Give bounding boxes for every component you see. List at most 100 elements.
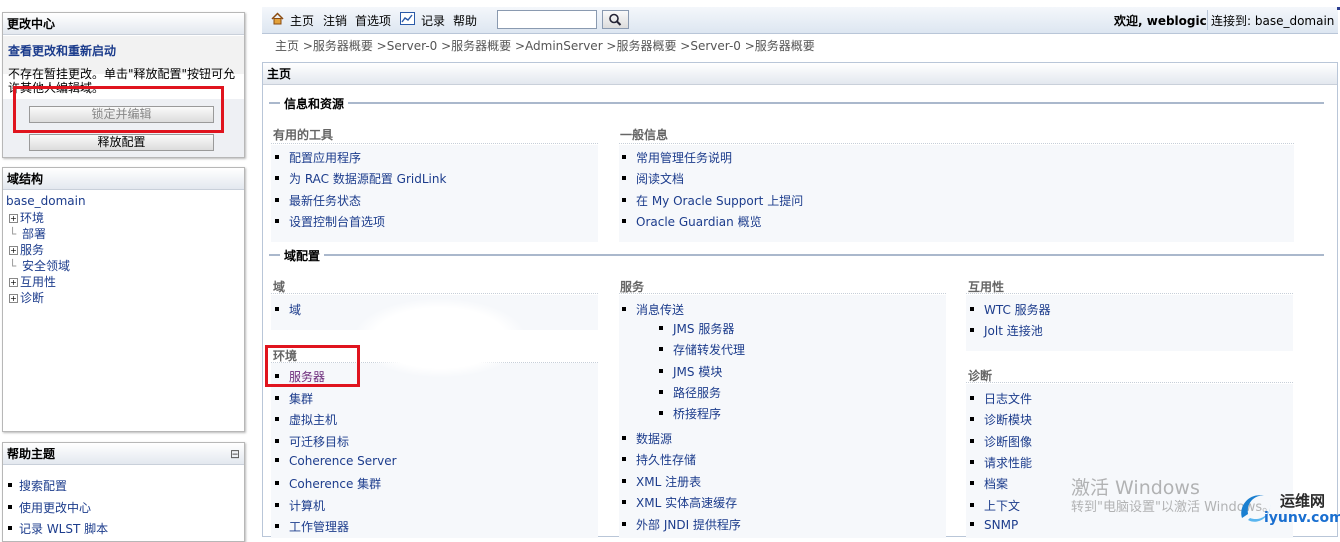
messaging-sub-item[interactable]: 存储转发代理 xyxy=(659,341,745,358)
bullet-icon xyxy=(970,396,974,400)
useful-tool-item[interactable]: 配置应用程序 xyxy=(275,149,361,166)
general-info-item[interactable]: 常用管理任务说明 xyxy=(622,149,732,166)
collapse-icon[interactable]: ⊟ xyxy=(230,443,240,465)
env-item[interactable]: 工作管理器 xyxy=(275,518,349,535)
messaging-sub-item[interactable]: JMS 模块 xyxy=(659,363,722,380)
diag-item[interactable]: SNMP xyxy=(970,518,1018,532)
env-item[interactable]: 集群 xyxy=(275,390,313,407)
expand-icon[interactable]: + xyxy=(9,294,18,303)
interop-group-divider xyxy=(966,293,1293,294)
view-changes-restart-link[interactable]: 查看更改和重新启动 xyxy=(8,42,116,59)
tree-node-deployments[interactable]: └ 部署 xyxy=(9,225,46,242)
search-button[interactable] xyxy=(602,10,629,29)
record-icon[interactable] xyxy=(400,12,415,25)
useful-tool-item[interactable]: 最新任务状态 xyxy=(275,192,361,209)
bullet-icon xyxy=(275,524,279,528)
help-item-wlst[interactable]: 记录 WLST 脚本 xyxy=(8,520,108,537)
services-item[interactable]: 外部 JNDI 提供程序 xyxy=(622,516,741,533)
tree-node-services[interactable]: + 服务 xyxy=(9,241,44,258)
domain-group-divider xyxy=(271,293,598,294)
help-item-change-center[interactable]: 使用更改中心 xyxy=(8,499,91,516)
bullet-icon xyxy=(275,481,279,485)
bullet-icon xyxy=(8,505,12,509)
env-item[interactable]: 可迁移目标 xyxy=(275,433,349,450)
breadcrumb[interactable]: 主页 >服务器概要 >Server-0 >服务器概要 >AdminServer … xyxy=(275,37,815,54)
bullet-icon xyxy=(275,219,279,223)
top-toolbar: 主页 注销 首选项 记录 帮助 欢迎, weblogic 连接到: base_d… xyxy=(262,7,1338,34)
help-topics-title: 帮助主题 ⊟ xyxy=(3,443,244,465)
search-input[interactable] xyxy=(497,10,597,29)
domain-item[interactable]: 域 xyxy=(275,301,301,318)
tree-node-environment[interactable]: + 环境 xyxy=(9,209,44,226)
bullet-icon xyxy=(8,483,12,487)
bullet-icon xyxy=(275,176,279,180)
bullet-icon xyxy=(275,307,279,311)
env-item[interactable]: 计算机 xyxy=(275,497,325,514)
bullet-icon xyxy=(275,439,279,443)
domain-structure-title: 域结构 xyxy=(3,168,244,190)
env-item[interactable]: 虚拟主机 xyxy=(275,411,337,428)
bullet-icon xyxy=(659,369,663,373)
bullet-icon xyxy=(659,347,663,351)
bullet-icon xyxy=(970,481,974,485)
bullet-icon xyxy=(970,307,974,311)
tree-node-diagnostics[interactable]: + 诊断 xyxy=(9,289,44,306)
useful-tool-item[interactable]: 设置控制台首选项 xyxy=(275,213,385,230)
home-icon[interactable] xyxy=(271,12,284,25)
bullet-icon xyxy=(275,503,279,507)
diag-item[interactable]: 上下文 xyxy=(970,497,1020,514)
general-info-item[interactable]: 在 My Oracle Support 上提问 xyxy=(622,192,803,209)
services-item[interactable]: 数据源 xyxy=(622,430,672,447)
interop-item[interactable]: WTC 服务器 xyxy=(970,301,1051,318)
env-item[interactable]: Coherence 集群 xyxy=(275,475,381,492)
messaging-sub-item[interactable]: JMS 服务器 xyxy=(659,320,734,337)
useful-tool-item[interactable]: 为 RAC 数据源配置 GridLink xyxy=(275,170,446,187)
release-config-button[interactable]: 释放配置 xyxy=(29,134,214,151)
bullet-icon xyxy=(275,458,279,462)
services-item-messaging[interactable]: 消息传送 xyxy=(622,301,684,318)
bullet-icon xyxy=(622,176,626,180)
expand-icon[interactable]: + xyxy=(9,246,18,255)
expand-icon[interactable]: + xyxy=(9,278,18,287)
bullet-icon xyxy=(275,417,279,421)
diag-item[interactable]: 诊断模块 xyxy=(970,411,1032,428)
servers-link-highlight xyxy=(265,345,360,387)
services-item[interactable]: XML 注册表 xyxy=(622,473,701,490)
diag-item[interactable]: 请求性能 xyxy=(970,454,1032,471)
logout-link[interactable]: 注销 xyxy=(323,12,347,29)
bullet-icon xyxy=(622,198,626,202)
bullet-icon xyxy=(659,390,663,394)
tree-root-base-domain[interactable]: base_domain xyxy=(6,194,86,208)
preferences-link[interactable]: 首选项 xyxy=(355,12,391,29)
diag-item[interactable]: 诊断图像 xyxy=(970,433,1032,450)
interop-item[interactable]: Jolt 连接池 xyxy=(970,322,1043,339)
bullet-icon xyxy=(970,417,974,421)
tree-node-interoperability[interactable]: + 互用性 xyxy=(9,273,56,290)
bullet-icon xyxy=(622,457,626,461)
env-item[interactable]: Coherence Server xyxy=(275,454,397,468)
tree-node-security-realms[interactable]: └ 安全领域 xyxy=(9,257,70,274)
help-link[interactable]: 帮助 xyxy=(453,12,477,29)
diag-item[interactable]: 日志文件 xyxy=(970,390,1032,407)
bullet-icon xyxy=(659,326,663,330)
diag-item[interactable]: 档案 xyxy=(970,475,1008,492)
domain-structure-panel: 域结构 base_domain + 环境 └ 部署 + 服务 └ 安全领域 + 互用性 +… xyxy=(2,167,245,432)
messaging-sub-item[interactable]: 路径服务 xyxy=(659,384,721,401)
redaction-smudge xyxy=(355,299,525,377)
services-item[interactable]: XML 实体高速缓存 xyxy=(622,494,737,511)
record-link[interactable]: 记录 xyxy=(421,12,445,29)
help-item-search-config[interactable]: 搜索配置 xyxy=(8,477,67,494)
welcome-text: 欢迎, weblogic xyxy=(1114,14,1207,28)
expand-icon[interactable]: + xyxy=(9,214,18,223)
general-info-item[interactable]: Oracle Guardian 概览 xyxy=(622,213,762,230)
general-info-item[interactable]: 阅读文档 xyxy=(622,170,684,187)
services-item[interactable]: 持久性存储 xyxy=(622,451,696,468)
bullet-icon xyxy=(622,436,626,440)
home-link[interactable]: 主页 xyxy=(290,12,314,29)
bullet-icon xyxy=(622,219,626,223)
messaging-sub-item[interactable]: 桥接程序 xyxy=(659,405,721,422)
toolbar-divider xyxy=(1207,10,1208,30)
bullet-icon xyxy=(622,155,626,159)
services-group-divider xyxy=(619,293,946,294)
bullet-icon xyxy=(970,460,974,464)
